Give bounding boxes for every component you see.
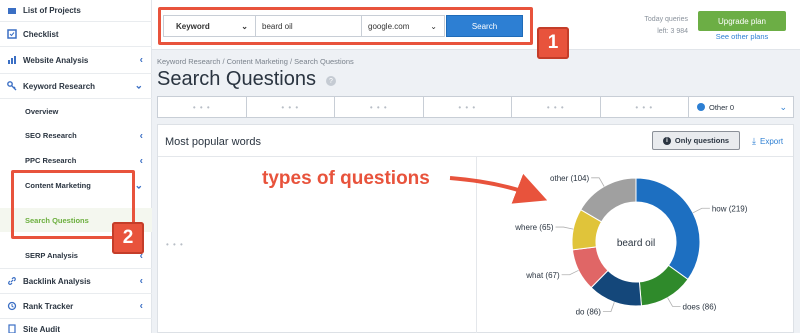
annotation-arrow bbox=[449, 173, 548, 204]
annotation-text: types of questions bbox=[262, 168, 430, 189]
